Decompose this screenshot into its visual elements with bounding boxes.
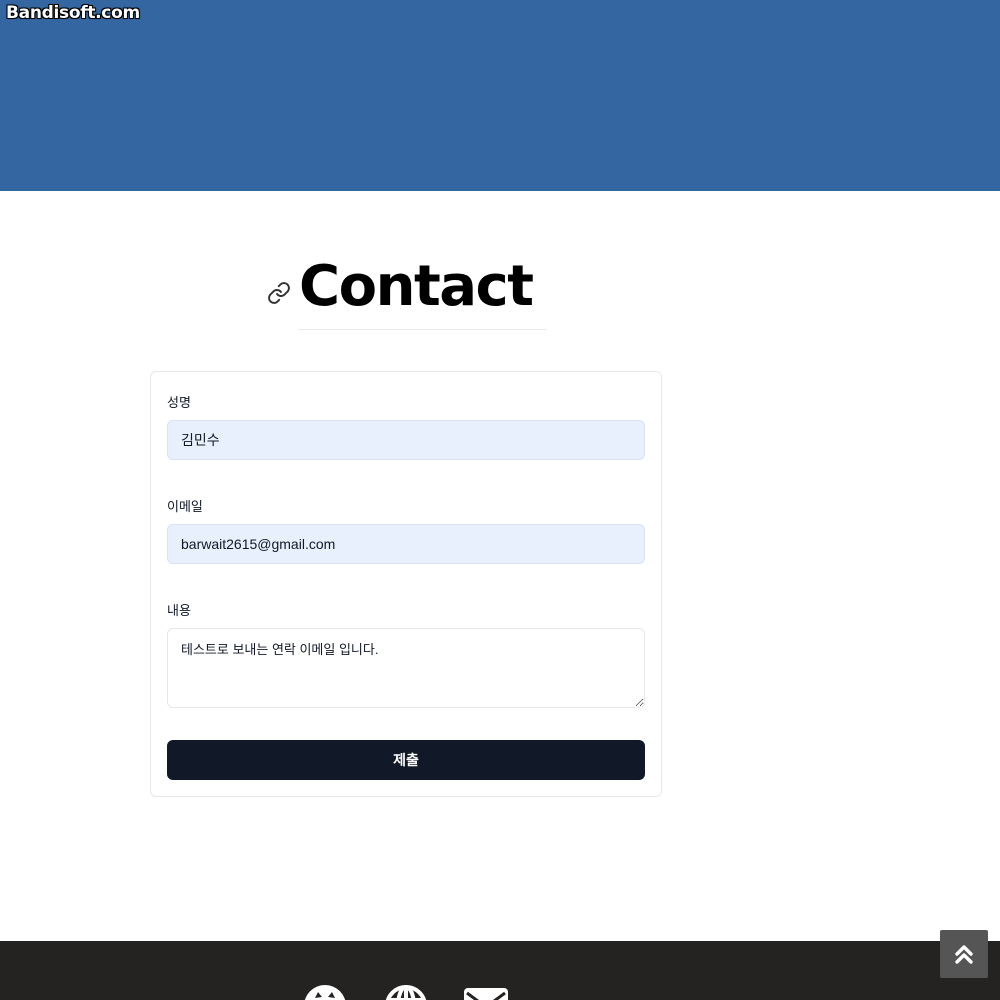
message-field[interactable]: 테스트로 보내는 연락 이메일 입니다.	[167, 628, 645, 708]
name-field[interactable]	[167, 420, 645, 460]
email-field[interactable]	[167, 524, 645, 564]
contact-form: 성명 이메일 내용 테스트로 보내는 연락 이메일 입니다. 제출	[150, 371, 662, 797]
message-label: 내용	[167, 603, 191, 618]
github-icon[interactable]	[302, 984, 348, 1000]
submit-button[interactable]: 제출	[167, 740, 645, 780]
globe-icon[interactable]	[383, 984, 429, 1000]
title-section: Contact	[266, 254, 556, 334]
mail-icon[interactable]	[463, 984, 509, 1000]
name-label: 성명	[167, 395, 191, 410]
double-chevron-up-icon	[955, 945, 973, 964]
watermark: Bandisoft.com	[6, 3, 140, 23]
anchor-link-icon[interactable]	[266, 280, 292, 306]
footer	[0, 941, 1000, 1000]
email-label: 이메일	[167, 499, 203, 514]
header-banner	[0, 0, 1000, 191]
page-title: Contact	[299, 254, 534, 319]
scroll-to-top-button[interactable]	[940, 930, 988, 978]
title-divider	[299, 329, 546, 330]
